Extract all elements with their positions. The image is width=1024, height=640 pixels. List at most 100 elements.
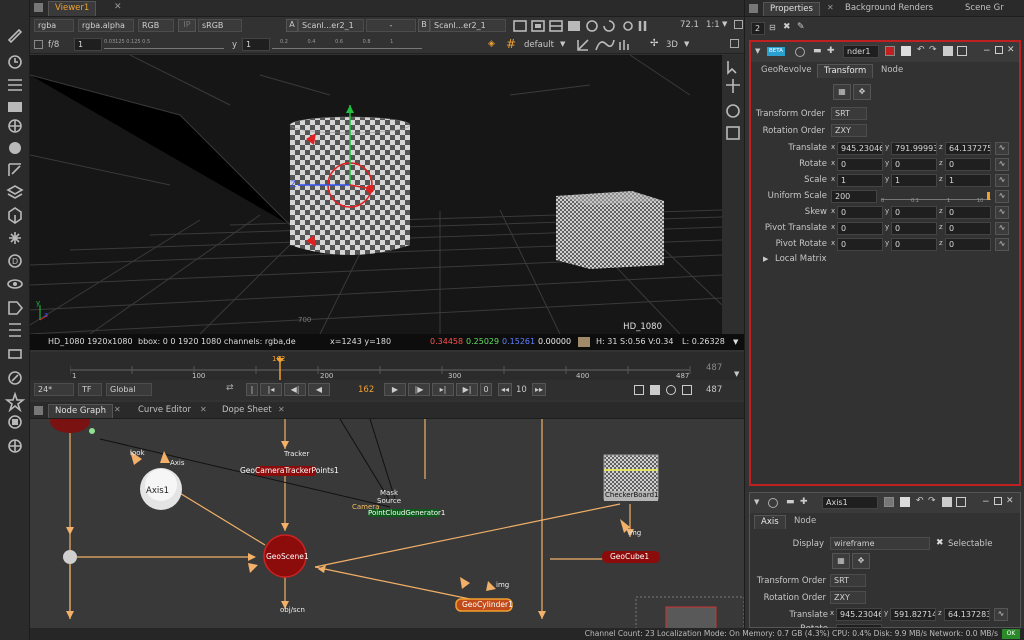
cache-toggle-icon[interactable] <box>666 385 676 395</box>
gamma-field[interactable]: 1 <box>242 38 270 51</box>
viewport-3d[interactable]: Z yz HD_1080 700 <box>30 55 722 334</box>
last-frame-button[interactable]: ▶| <box>456 383 478 396</box>
channels-select[interactable]: rgba <box>34 19 74 32</box>
globe-icon[interactable] <box>8 439 22 453</box>
scope-select[interactable]: Global <box>106 383 152 396</box>
fps-select[interactable]: 24* <box>34 383 74 396</box>
transform-order-select[interactable]: SRT <box>830 574 866 587</box>
tab-axis-node[interactable]: Node <box>788 515 822 529</box>
proxy-icon[interactable] <box>568 21 580 31</box>
selectable-checkbox[interactable]: ✖ <box>936 538 944 548</box>
current-frame-field[interactable]: 162 <box>358 385 374 395</box>
translate-y[interactable]: 791.999939 <box>891 142 937 155</box>
colorspace-select[interactable]: RGB <box>138 19 174 32</box>
animation-curve-icon[interactable]: ∿ <box>995 206 1009 219</box>
clear-panels-icon[interactable]: ✖ <box>783 22 791 32</box>
cache-icon[interactable] <box>8 415 22 429</box>
axis-handle-icon[interactable]: ▦ <box>832 553 850 569</box>
animation-curve-icon[interactable]: ∿ <box>995 174 1009 187</box>
minimize-icon[interactable]: − <box>982 497 990 507</box>
play-button[interactable]: ▶ <box>384 383 406 396</box>
gain-slider[interactable]: 0.03125 0.125 0.5 <box>104 39 224 49</box>
zoom-label[interactable]: 72.1 <box>680 20 699 30</box>
timeline-end[interactable]: 487 <box>706 363 722 373</box>
tag-icon[interactable] <box>8 301 24 315</box>
deep-icon[interactable]: D <box>8 254 22 268</box>
animation-curve-icon[interactable]: ∿ <box>994 608 1008 621</box>
close-node-graph-icon[interactable]: ✕ <box>114 405 121 414</box>
scale-y[interactable]: 1 <box>891 174 937 187</box>
axes-icon[interactable]: ✢ <box>650 38 658 49</box>
prev-key-button[interactable]: |◂ <box>260 383 282 396</box>
channel-icon[interactable] <box>8 119 22 133</box>
tab-curve-editor[interactable]: Curve Editor <box>132 404 197 418</box>
info-menu-icon[interactable]: ▼ <box>733 334 738 350</box>
select-icon[interactable] <box>727 61 737 75</box>
tab-georevolve[interactable]: GeoRevolve <box>755 64 818 78</box>
axis-translate-x[interactable]: 945.230469 <box>836 608 882 621</box>
tab-background-renders[interactable]: Background Renders <box>839 2 939 16</box>
end-frame-field[interactable]: 487 <box>706 385 722 395</box>
cube-object[interactable] <box>556 191 664 269</box>
viewer-toggle-icon[interactable] <box>768 498 778 508</box>
tab-dope-sheet[interactable]: Dope Sheet <box>216 404 278 418</box>
input-b-button[interactable]: B <box>418 19 430 32</box>
animation-curve-icon[interactable]: ∿ <box>995 142 1009 155</box>
pivot-translate-z[interactable]: 0 <box>945 222 991 235</box>
local-matrix-expand-icon[interactable]: ▶ <box>763 255 768 263</box>
gradient-icon[interactable] <box>8 102 22 112</box>
cube-icon[interactable] <box>8 207 22 224</box>
skew-y[interactable]: 0 <box>891 206 937 219</box>
rotation-order-select[interactable]: ZXY <box>830 591 866 604</box>
axis-rotate-x[interactable]: 0.0535591 <box>836 624 882 628</box>
color-icon[interactable] <box>9 142 21 154</box>
help-icon[interactable] <box>956 497 966 507</box>
pivot-rotate-y[interactable]: 0 <box>891 238 937 251</box>
close-curve-editor-icon[interactable]: ✕ <box>200 405 207 414</box>
rotate-x[interactable]: 0 <box>837 158 883 171</box>
filter-icon[interactable] <box>8 163 21 176</box>
clip-icon[interactable] <box>549 20 563 32</box>
frame-step-field[interactable]: 10 <box>516 385 527 395</box>
grid-icon[interactable]: # <box>506 38 516 50</box>
lut-select[interactable]: sRGB <box>198 19 242 32</box>
zoom-dropdown-icon[interactable]: ▼ <box>722 20 727 28</box>
animation-curve-icon[interactable]: ∿ <box>995 190 1009 203</box>
gl-color-swatch[interactable] <box>901 46 911 56</box>
gain-field[interactable]: 1 <box>74 38 102 51</box>
paint-icon[interactable] <box>7 28 23 44</box>
step-forward-button[interactable]: ▸▸ <box>532 383 546 396</box>
play-back-button[interactable]: ◀| <box>284 383 306 396</box>
transform-order-select[interactable]: SRT <box>831 107 867 120</box>
tab-viewer1[interactable]: Viewer1 <box>48 1 97 16</box>
animation-curve-icon[interactable]: ∿ <box>995 238 1009 251</box>
node-color-swatch[interactable] <box>885 46 895 56</box>
record-icon[interactable] <box>650 385 660 395</box>
particles-icon[interactable] <box>9 232 21 244</box>
compare-select[interactable]: - <box>366 19 416 32</box>
translate-x[interactable]: 945.230469 <box>837 142 883 155</box>
select-objects-icon[interactable] <box>726 126 740 140</box>
local-matrix-label[interactable]: Local Matrix <box>775 254 827 264</box>
lock-icon[interactable]: ◈ <box>488 39 498 49</box>
refresh-icon[interactable] <box>603 20 615 32</box>
tab-axis[interactable]: Axis <box>754 515 786 529</box>
tab-transform[interactable]: Transform <box>817 64 874 78</box>
viewer-toggle-icon[interactable] <box>795 47 805 57</box>
expand-icon[interactable] <box>730 39 739 48</box>
move-icon[interactable]: ✥ <box>852 553 870 569</box>
help-icon[interactable] <box>957 46 967 56</box>
axis-translate-z[interactable]: 64.1372833 <box>944 608 990 621</box>
scale-x[interactable]: 1 <box>837 174 883 187</box>
skew-z[interactable]: 0 <box>945 206 991 219</box>
read-node-partial[interactable] <box>50 419 95 434</box>
checkbox-icon[interactable] <box>34 40 43 49</box>
skew-x[interactable]: 0 <box>837 206 883 219</box>
close-panel-icon[interactable]: ✕ <box>1007 45 1015 55</box>
rotation-order-select[interactable]: ZXY <box>831 124 867 137</box>
undo-icon[interactable]: ↶ <box>916 496 924 506</box>
pivot-rotate-x[interactable]: 0 <box>837 238 883 251</box>
clock-icon[interactable] <box>8 55 22 69</box>
next-frame-button[interactable]: |▶ <box>408 383 430 396</box>
pane-menu-icon-2[interactable] <box>34 406 43 415</box>
